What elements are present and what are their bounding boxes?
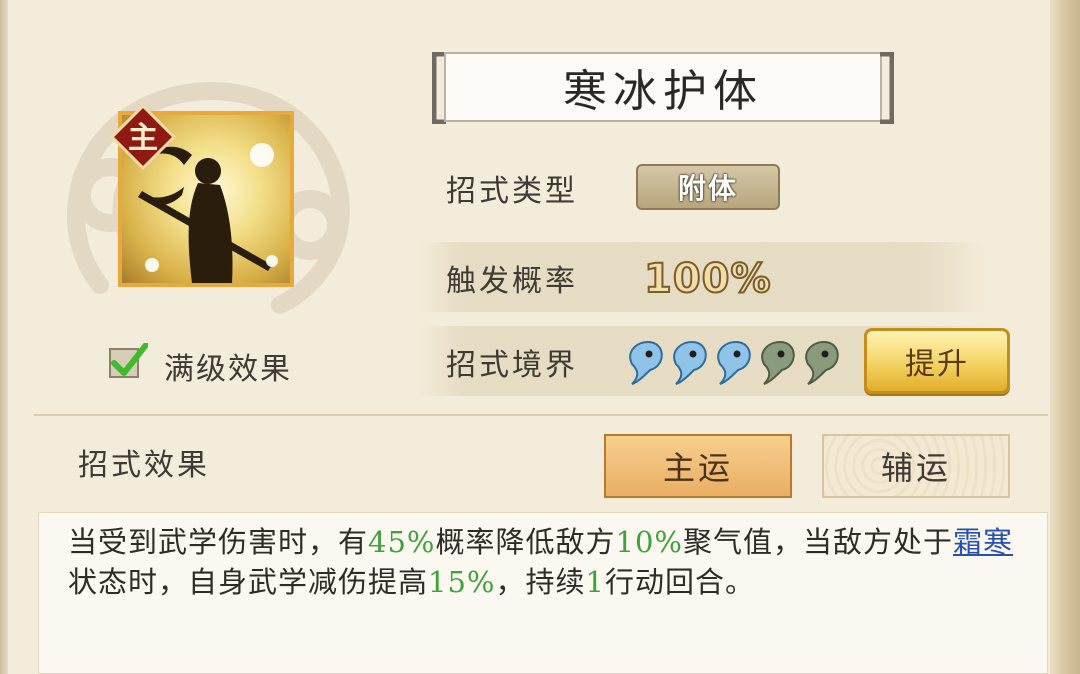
trigger-rate-value: 100%: [643, 255, 772, 303]
main-skill-badge: 主: [109, 103, 177, 171]
realm-level-indicator: [629, 340, 839, 385]
realm-gem-empty-icon: [805, 340, 839, 385]
realm-gem-filled-icon: [629, 340, 663, 385]
panel-frame-left: [0, 0, 8, 674]
trigger-rate-label: 触发概率: [446, 264, 578, 299]
panel-frame-right: [1050, 0, 1080, 674]
skill-effect-label: 招式效果: [78, 448, 210, 483]
tab-aux-effect[interactable]: 辅运: [822, 434, 1010, 498]
desc-text-1: 当受到武学伤害时，有: [68, 525, 369, 559]
section-divider: [34, 414, 1048, 416]
realm-gem-filled-icon: [717, 340, 751, 385]
desc-text-6: 行动回合。: [604, 565, 755, 599]
desc-value-damage-reduction: 15%: [428, 565, 496, 599]
realm-gem-filled-icon: [673, 340, 707, 385]
upgrade-button[interactable]: 提升: [864, 328, 1010, 394]
skill-type-label: 招式类型: [446, 174, 578, 209]
max-level-label: 满级效果: [164, 352, 292, 387]
frost-status-link[interactable]: 霜寒: [953, 525, 1013, 559]
skill-realm-label: 招式境界: [446, 348, 578, 383]
desc-text-2: 概率降低敌方: [435, 525, 616, 559]
realm-gem-empty-icon: [761, 340, 795, 385]
desc-text-3: 聚气值，当敌方处于: [682, 525, 953, 559]
desc-value-reduce: 10%: [615, 525, 683, 559]
tab-main-effect[interactable]: 主运: [604, 434, 792, 498]
skill-type-tag: 附体: [636, 164, 780, 210]
title-bracket-right: [880, 52, 894, 124]
desc-value-duration: 1: [585, 565, 605, 599]
skill-title: 寒冰护体: [444, 52, 882, 122]
desc-value-chance: 45%: [368, 525, 436, 559]
desc-text-5: ，持续: [495, 565, 586, 599]
svg-text:主: 主: [128, 121, 158, 156]
effect-description: 当受到武学伤害时，有45%概率降低敌方10%聚气值，当敌方处于霜寒状态时，自身武…: [68, 522, 1028, 602]
max-level-checkbox[interactable]: [108, 343, 148, 379]
desc-text-4: 状态时，自身武学减伤提高: [68, 565, 429, 599]
